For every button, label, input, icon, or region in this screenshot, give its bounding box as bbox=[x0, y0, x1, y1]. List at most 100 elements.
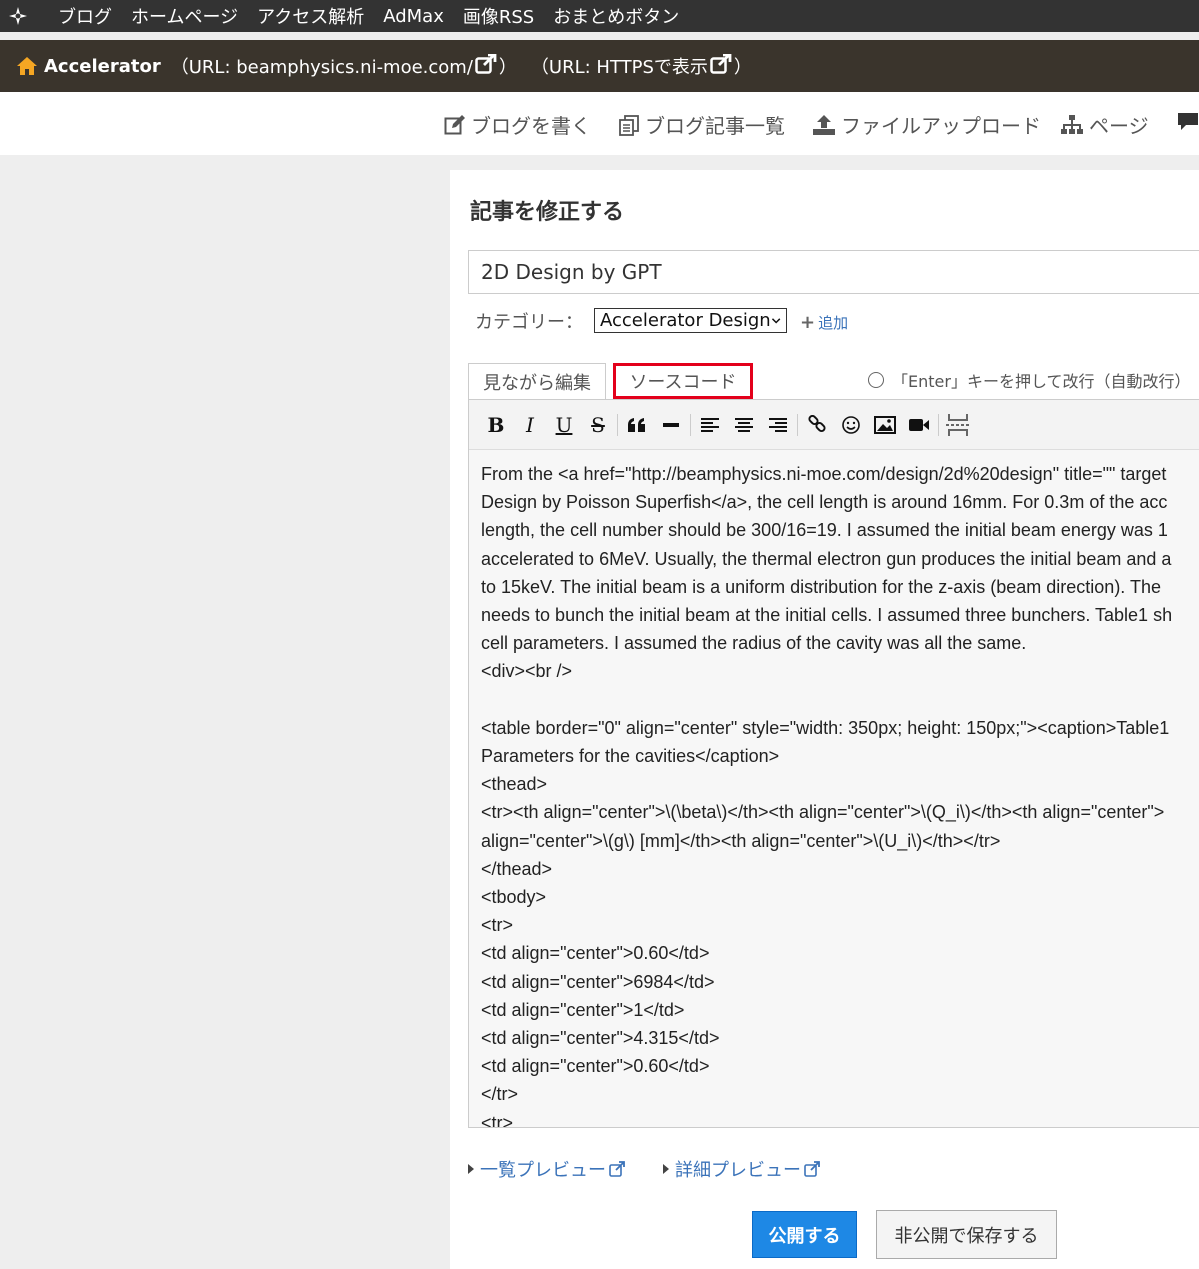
nav-admax[interactable]: AdMax bbox=[383, 6, 444, 27]
action-bar: ブログを書く ブログ記事一覧 ファイルアップロード ページ bbox=[0, 92, 1199, 155]
write-blog-label: ブログを書く bbox=[471, 114, 591, 138]
enter-newline-label: 「Enter」キーを押して改行（自動改行） bbox=[892, 372, 1191, 391]
source-code-line: length, the cell number should be 300/16… bbox=[481, 520, 1168, 541]
toolbar-divider bbox=[617, 413, 618, 436]
source-code-line bbox=[481, 686, 1199, 714]
source-code-textarea[interactable]: From the <a href="http://beamphysics.ni-… bbox=[469, 450, 1199, 1128]
nav-image-rss[interactable]: 画像RSS bbox=[463, 3, 534, 29]
source-code-line: align="center">\(g\) [mm]</th><th align=… bbox=[481, 830, 1001, 851]
source-code-line: accelerated to 6MeV. Usually, the therma… bbox=[481, 548, 1172, 569]
post-list-label: ブログ記事一覧 bbox=[645, 114, 785, 138]
page-break-icon[interactable] bbox=[941, 410, 975, 440]
https-link[interactable]: （URL: HTTPSで表示 bbox=[531, 53, 708, 79]
edit-icon bbox=[444, 114, 465, 134]
tab-visual-edit[interactable]: 見ながら編集 bbox=[468, 363, 606, 399]
write-blog-button[interactable]: ブログを書く bbox=[444, 110, 591, 139]
source-code-line: <thead> bbox=[481, 774, 548, 795]
video-icon[interactable] bbox=[902, 410, 936, 440]
caret-right-icon bbox=[663, 1164, 669, 1174]
pages-label: ページ bbox=[1089, 114, 1149, 138]
category-select[interactable]: Accelerator Design bbox=[594, 308, 787, 333]
url-close-paren: ） bbox=[498, 57, 517, 78]
blog-url-link[interactable]: （URL: beamphysics.ni-moe.com/ bbox=[171, 53, 473, 79]
upload-icon bbox=[813, 114, 835, 135]
external-link-icon[interactable] bbox=[710, 53, 732, 79]
post-title-input[interactable]: 2D Design by GPT bbox=[468, 250, 1199, 294]
source-code-line: <tr> bbox=[481, 915, 514, 936]
align-left-icon[interactable] bbox=[693, 410, 727, 440]
post-list-button[interactable]: ブログ記事一覧 bbox=[618, 110, 785, 139]
comments-button[interactable] bbox=[1177, 110, 1199, 132]
source-code-line: <tr><th align="center">\(\beta\)</th><th… bbox=[481, 802, 1165, 823]
nav-analytics[interactable]: アクセス解析 bbox=[257, 3, 364, 29]
add-category-label: 追加 bbox=[818, 314, 849, 332]
publish-button[interactable]: 公開する bbox=[752, 1211, 857, 1258]
source-code-line: <td align="center">0.60</td> bbox=[481, 1056, 710, 1077]
copy-icon bbox=[619, 114, 639, 136]
category-value: Accelerator Design bbox=[600, 310, 771, 331]
source-code-line: <td align="center">1</td> bbox=[481, 999, 685, 1020]
link-icon[interactable] bbox=[800, 410, 834, 440]
top-nav-bar: ブログ ホームページ アクセス解析 AdMax 画像RSS おまとめボタン bbox=[0, 0, 1199, 32]
source-code-line: cell parameters. I assumed the radius of… bbox=[481, 633, 1027, 654]
source-code-line: <td align="center">0.60</td> bbox=[481, 943, 710, 964]
quote-icon[interactable] bbox=[620, 410, 654, 440]
underline-icon[interactable]: U bbox=[547, 410, 581, 440]
plus-icon: + bbox=[800, 312, 816, 333]
image-icon[interactable] bbox=[868, 410, 902, 440]
italic-icon[interactable]: I bbox=[513, 410, 547, 440]
external-link-icon bbox=[804, 1161, 820, 1177]
source-code-line: <tr> bbox=[481, 1112, 514, 1128]
strikethrough-icon[interactable]: S bbox=[581, 410, 615, 440]
home-icon bbox=[16, 56, 38, 76]
source-code-line: From the <a href="http://beamphysics.ni-… bbox=[481, 464, 1167, 484]
enter-newline-option[interactable]: 「Enter」キーを押して改行（自動改行） bbox=[868, 368, 1190, 392]
source-code-line: </tr> bbox=[481, 1084, 519, 1105]
source-code-line: </thead> bbox=[481, 858, 553, 879]
add-category-link[interactable]: + 追加 bbox=[800, 312, 848, 333]
comment-icon bbox=[1178, 113, 1198, 130]
horizontal-rule-icon[interactable] bbox=[654, 410, 688, 440]
https-close-paren: ） bbox=[733, 57, 752, 78]
nav-omatome-button[interactable]: おまとめボタン bbox=[553, 3, 679, 29]
detail-preview-label: 詳細プレビュー bbox=[675, 1160, 801, 1181]
blog-info-bar: Accelerator （URL: beamphysics.ni-moe.com… bbox=[0, 40, 1199, 92]
chevron-down-icon bbox=[771, 317, 781, 324]
list-preview-label: 一覧プレビュー bbox=[480, 1160, 606, 1181]
emoji-icon[interactable] bbox=[834, 410, 868, 440]
source-code-line: Parameters for the cavities</caption> bbox=[481, 746, 780, 767]
pages-button[interactable]: ページ bbox=[1060, 110, 1149, 139]
external-link-icon bbox=[609, 1161, 625, 1177]
radio-button[interactable] bbox=[868, 372, 884, 388]
save-private-button[interactable]: 非公開で保存する bbox=[876, 1210, 1057, 1259]
file-upload-label: ファイルアップロード bbox=[841, 114, 1041, 138]
source-code-line: <tbody> bbox=[481, 887, 547, 908]
source-code-line: to 15keV. The initial beam is a uniform … bbox=[481, 576, 1162, 597]
toolbar-divider bbox=[797, 413, 798, 436]
edit-panel: 記事を修正する 2D Design by GPT カテゴリー： Accelera… bbox=[450, 170, 1199, 1269]
tab-source-code[interactable]: ソースコード bbox=[613, 363, 753, 399]
external-link-icon[interactable] bbox=[475, 53, 497, 79]
source-code-line: <div><br /> bbox=[481, 661, 573, 682]
list-preview-link[interactable]: 一覧プレビュー bbox=[468, 1156, 625, 1182]
align-center-icon[interactable] bbox=[727, 410, 761, 440]
source-code-line: Design by Poisson Superfish</a>, the cel… bbox=[481, 492, 1168, 513]
nav-homepage[interactable]: ホームページ bbox=[131, 3, 238, 29]
category-label: カテゴリー： bbox=[475, 312, 583, 333]
bold-icon[interactable]: B bbox=[479, 410, 513, 440]
blog-name-link[interactable]: Accelerator bbox=[44, 56, 161, 77]
caret-right-icon bbox=[468, 1164, 474, 1174]
editor-toolbar: B I U S bbox=[469, 400, 1199, 450]
source-code-line: <td align="center">4.315</td> bbox=[481, 1028, 720, 1049]
ninja-logo-icon[interactable] bbox=[0, 0, 36, 32]
file-upload-button[interactable]: ファイルアップロード bbox=[812, 110, 1041, 139]
toolbar-divider bbox=[690, 413, 691, 436]
page-title: 記事を修正する bbox=[470, 200, 625, 225]
detail-preview-link[interactable]: 詳細プレビュー bbox=[663, 1156, 820, 1182]
source-editor[interactable]: B I U S From the <a href="http://beamphy… bbox=[468, 399, 1199, 1128]
sitemap-icon bbox=[1061, 114, 1083, 134]
source-code-line: needs to bunch the initial beam at the i… bbox=[481, 605, 1173, 626]
source-code-line: <td align="center">6984</td> bbox=[481, 971, 715, 992]
align-right-icon[interactable] bbox=[761, 410, 795, 440]
nav-blog[interactable]: ブログ bbox=[58, 3, 112, 29]
